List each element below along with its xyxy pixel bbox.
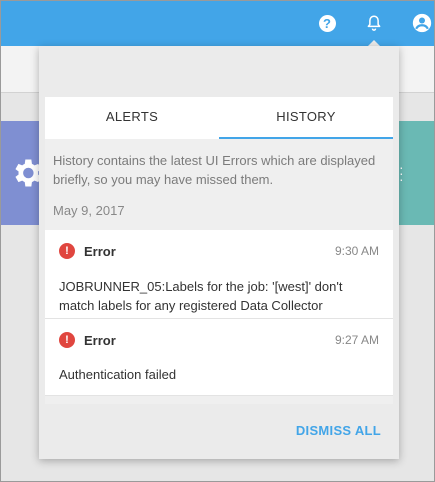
entry-time: 9:30 AM: [334, 244, 379, 258]
dismiss-all-button[interactable]: DISMISS ALL: [296, 423, 381, 438]
history-panel: History contains the latest UI Errors wh…: [45, 139, 393, 404]
error-icon: !: [59, 243, 75, 259]
more-options-icon: · · ·: [399, 159, 404, 187]
error-icon: !: [59, 332, 75, 348]
tab-bar: ALERTS HISTORY: [45, 97, 393, 139]
bell-svg: [367, 15, 381, 31]
history-entry: ! Error 9:30 AM JOBRUNNER_05:Labels for …: [45, 230, 393, 319]
entry-message: Authentication failed: [59, 367, 177, 382]
entry-title: Error: [84, 244, 116, 259]
entry-time: 9:27 AM: [334, 333, 379, 347]
tab-history[interactable]: HISTORY: [219, 97, 393, 139]
tab-alerts[interactable]: ALERTS: [45, 97, 219, 139]
entry-message: JOBRUNNER_05:Labels for the job: '[west]…: [59, 279, 343, 313]
notifications-popover: ALERTS HISTORY History contains the late…: [39, 46, 399, 459]
user-account-icon[interactable]: [411, 12, 433, 34]
entry-title: Error: [84, 333, 116, 348]
help-glyph: ?: [318, 14, 336, 32]
notifications-tabs-container: ALERTS HISTORY History contains the late…: [45, 97, 393, 404]
help-icon[interactable]: ?: [316, 12, 338, 34]
history-intro-text: History contains the latest UI Errors wh…: [53, 153, 376, 187]
active-tab-indicator: [219, 137, 393, 139]
history-entry: ! Error 9:27 AM Authentication failed: [45, 319, 393, 396]
user-svg: [412, 13, 432, 33]
history-date: May 9, 2017: [53, 203, 125, 218]
app-window: ? · · · ALERTS HISTORY History contains …: [0, 0, 435, 482]
bell-icon[interactable]: [363, 12, 385, 34]
